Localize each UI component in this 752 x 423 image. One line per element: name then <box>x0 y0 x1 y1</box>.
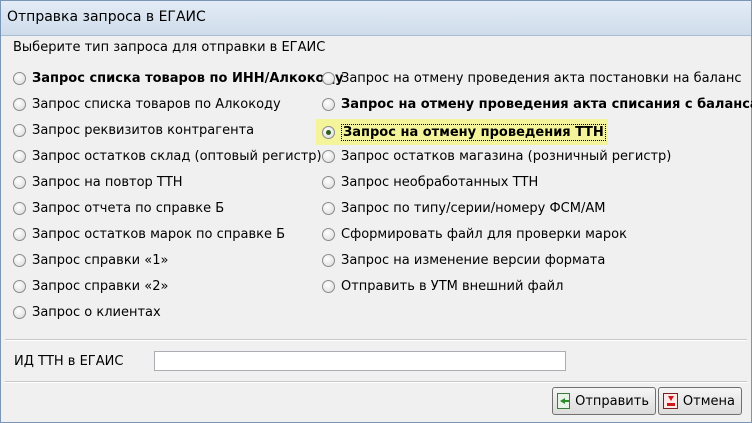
radio-button-icon <box>13 253 26 267</box>
radio-label: Запрос необработанных ТТН <box>341 174 539 190</box>
radio-label: Запрос реквизитов контрагента <box>32 122 255 138</box>
radio-request-form-2[interactable]: Запрос справки «2» <box>13 276 168 296</box>
radio-label: Запрос списка товаров по Алкокоду <box>32 96 281 112</box>
radio-request-contractor-details[interactable]: Запрос реквизитов контрагента <box>13 120 254 140</box>
radio-request-goods-alcocode[interactable]: Запрос списка товаров по Алкокоду <box>13 94 281 114</box>
radio-label: Запрос отчета по справке Б <box>32 200 225 216</box>
radio-button-icon <box>322 227 335 241</box>
radio-button-icon <box>13 123 26 137</box>
radio-label: Запрос на отмену проведения акта списани… <box>341 96 752 112</box>
radio-request-fsm-am[interactable]: Запрос по типу/серии/номеру ФСМ/АМ <box>322 198 605 218</box>
radio-button-icon <box>322 253 335 267</box>
radio-button-icon <box>322 149 335 163</box>
radio-label: Запрос о клиентах <box>32 304 161 320</box>
radio-request-goods-inn-alcocode[interactable]: Запрос списка товаров по ИНН/Алкокоду <box>13 68 343 88</box>
radio-label: Запрос остатков марок по справке Б <box>32 226 286 242</box>
radio-label: Сформировать файл для проверки марок <box>341 226 627 242</box>
radio-label: Запрос на отмену проведения ТТН <box>341 123 606 141</box>
send-icon <box>557 393 571 409</box>
radio-button-icon <box>13 97 26 111</box>
dialog-window: Отправка запроса в ЕГАИС Выберите тип за… <box>0 0 752 423</box>
radio-request-store-stock[interactable]: Запрос остатков магазина (розничный реги… <box>322 146 671 166</box>
divider <box>5 381 747 383</box>
radio-button-icon <box>322 201 335 215</box>
cancel-button-label: Отмена <box>682 393 735 409</box>
send-button[interactable]: Отправить <box>552 387 656 415</box>
radio-request-format-version-change[interactable]: Запрос на изменение версии формата <box>322 250 605 270</box>
radio-button-icon <box>13 175 26 189</box>
radio-request-form-1[interactable]: Запрос справки «1» <box>13 250 168 270</box>
radio-label: Запрос остатков магазина (розничный реги… <box>341 148 672 164</box>
radio-label: Запрос на отмену проведения акта постано… <box>341 70 742 86</box>
radio-button-icon <box>13 227 26 241</box>
radio-request-warehouse-stock[interactable]: Запрос остатков склад (оптовый регистр) <box>13 146 322 166</box>
radio-button-icon <box>13 279 26 293</box>
radio-send-external-file-utm[interactable]: Отправить в УТМ внешний файл <box>322 276 563 296</box>
radio-label: Отправить в УТМ внешний файл <box>341 278 564 294</box>
request-type-heading: Выберите тип запроса для отправки в ЕГАИ… <box>13 40 326 55</box>
radio-button-icon <box>13 201 26 215</box>
radio-button-icon <box>13 71 26 85</box>
radio-button-icon <box>322 97 335 111</box>
radio-request-report-form-b[interactable]: Запрос отчета по справке Б <box>13 198 224 218</box>
radio-label: Запрос справки «2» <box>32 278 169 294</box>
radio-cancel-writeoff-act[interactable]: Запрос на отмену проведения акта списани… <box>322 94 752 114</box>
radio-label: Запрос на изменение версии формата <box>341 252 606 268</box>
radio-button-icon <box>322 125 335 139</box>
radio-request-clients[interactable]: Запрос о клиентах <box>13 302 161 322</box>
radio-cancel-balance-act[interactable]: Запрос на отмену проведения акта постано… <box>322 68 741 88</box>
send-button-label: Отправить <box>575 393 649 409</box>
radio-label: Запрос списка товаров по ИНН/Алкокоду <box>32 70 344 86</box>
cancel-icon <box>663 393 678 409</box>
ttn-id-label: ИД ТТН в ЕГАИС <box>14 354 124 369</box>
divider <box>5 339 747 341</box>
ttn-id-input[interactable] <box>154 351 566 371</box>
radio-request-marks-stock-form-b[interactable]: Запрос остатков марок по справке Б <box>13 224 285 244</box>
radio-button-icon <box>322 279 335 293</box>
radio-label: Запрос остатков склад (оптовый регистр) <box>32 148 322 164</box>
radio-button-icon <box>13 149 26 163</box>
radio-label: Запрос справки «1» <box>32 252 169 268</box>
radio-label: Запрос по типу/серии/номеру ФСМ/АМ <box>341 200 606 216</box>
radio-generate-marks-check-file[interactable]: Сформировать файл для проверки марок <box>322 224 627 244</box>
title-bar[interactable]: Отправка запроса в ЕГАИС <box>1 1 751 36</box>
cancel-button[interactable]: Отмена <box>658 387 742 415</box>
radio-request-unprocessed-ttn[interactable]: Запрос необработанных ТТН <box>322 172 538 192</box>
window-title: Отправка запроса в ЕГАИС <box>7 9 206 25</box>
radio-button-icon <box>13 305 26 319</box>
radio-cancel-ttn[interactable]: Запрос на отмену проведения ТТН <box>322 122 606 142</box>
radio-button-icon <box>322 175 335 189</box>
radio-button-icon <box>322 71 335 85</box>
radio-label: Запрос на повтор ТТН <box>32 174 183 190</box>
radio-request-repeat-ttn[interactable]: Запрос на повтор ТТН <box>13 172 183 192</box>
